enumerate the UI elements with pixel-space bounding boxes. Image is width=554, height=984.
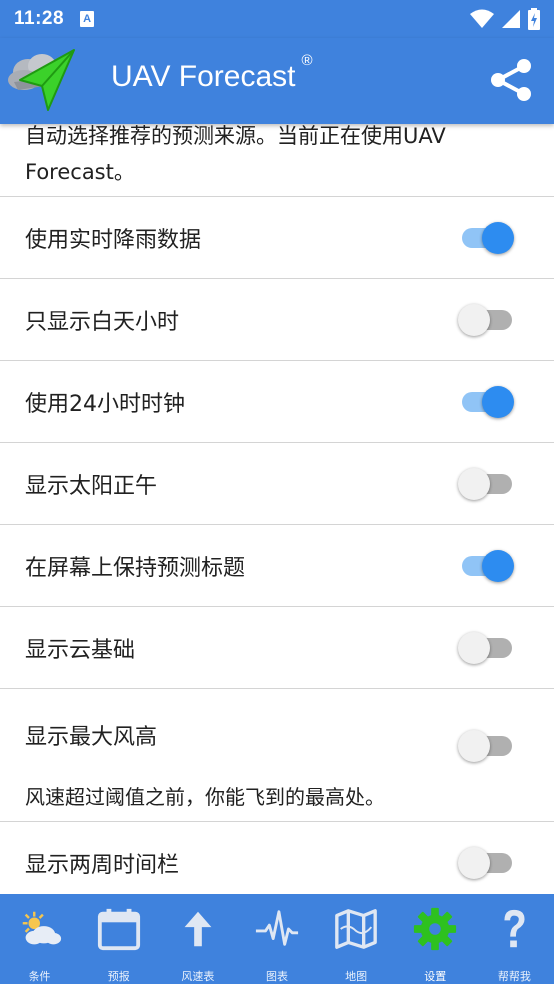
uav-forecast-logo-icon — [8, 49, 75, 111]
setting-24h-clock[interactable]: 使用24小时时钟 — [0, 361, 554, 442]
max-wind-height-toggle[interactable] — [458, 729, 514, 763]
settings-list: 自动选择推荐的预测来源。当前正在使用UAV Forecast。 使用实时降雨数据… — [0, 124, 554, 894]
nav-wind-meter[interactable]: 风速表 — [158, 894, 237, 984]
nav-charts[interactable]: 图表 — [237, 894, 316, 984]
setting-sticky-header[interactable]: 在屏幕上保持预测标题 — [0, 525, 554, 606]
two-week-bar-toggle[interactable] — [458, 846, 514, 880]
sticky-header-toggle[interactable] — [458, 549, 514, 583]
setting-label: 显示云基础 — [25, 637, 136, 663]
cloud-base-toggle[interactable] — [458, 631, 514, 665]
nav-settings[interactable]: 设置 — [396, 894, 475, 984]
setting-cloud-base[interactable]: 显示云基础 — [0, 607, 554, 688]
setting-label: 显示两周时间栏 — [25, 852, 180, 878]
24h-clock-toggle[interactable] — [458, 385, 514, 419]
status-icons — [470, 8, 540, 30]
app-title-text: UAV Forecast — [111, 60, 296, 93]
setting-two-week-bar[interactable]: 显示两周时间栏 — [0, 822, 554, 894]
nav-label: 帮帮我 — [497, 970, 531, 983]
setting-label: 在屏幕上保持预测标题 — [25, 555, 246, 581]
nav-label: 条件 — [28, 970, 51, 983]
map-icon — [335, 909, 377, 949]
setting-label: 使用实时降雨数据 — [25, 227, 202, 253]
signal-icon — [502, 10, 520, 28]
setting-solar-noon[interactable]: 显示太阳正午 — [0, 443, 554, 524]
setting-label: 使用24小时时钟 — [25, 391, 185, 417]
notification-a-icon: A — [80, 11, 95, 27]
status-time: 11:28 — [14, 8, 65, 29]
setting-label: 只显示白天小时 — [25, 309, 180, 335]
bottom-navigation: 条件 预报 风速表 图表 地图 设置 帮帮我 — [0, 894, 554, 984]
help-icon — [504, 909, 525, 948]
pulse-icon — [255, 910, 299, 946]
calendar-icon — [97, 908, 140, 951]
setting-daylight-only[interactable]: 只显示白天小时 — [0, 279, 554, 360]
nav-label: 地图 — [345, 970, 368, 983]
app-title: UAV Forecast ® — [111, 52, 313, 94]
wifi-icon — [470, 9, 494, 28]
nav-map[interactable]: 地图 — [317, 894, 396, 984]
nav-label: 风速表 — [181, 970, 215, 983]
setting-max-wind-height[interactable]: 显示最大风高 风速超过阈值之前，你能飞到的最高处。 — [0, 689, 554, 821]
setting-realtime-rain[interactable]: 使用实时降雨数据 — [0, 197, 554, 278]
setting-label: 显示太阳正午 — [25, 473, 158, 499]
nav-forecast[interactable]: 预报 — [79, 894, 158, 984]
solar-noon-toggle[interactable] — [458, 467, 514, 501]
realtime-rain-toggle[interactable] — [458, 221, 514, 255]
gear-icon — [414, 907, 457, 951]
setting-description: 风速超过阈值之前，你能飞到的最高处。 — [25, 785, 385, 809]
daylight-only-toggle[interactable] — [458, 303, 514, 337]
setting-label: 显示最大风高 — [25, 725, 158, 750]
nav-label: 图表 — [265, 970, 288, 983]
app-bar: UAV Forecast ® — [0, 38, 554, 124]
share-icon[interactable] — [490, 58, 532, 102]
nav-help[interactable]: 帮帮我 — [475, 894, 554, 984]
source-description: 自动选择推荐的预测来源。当前正在使用UAV Forecast。 — [25, 124, 446, 184]
weather-icon — [22, 911, 61, 945]
nav-conditions[interactable]: 条件 — [0, 894, 79, 984]
status-bar: 11:28 A — [0, 0, 554, 38]
nav-label: 设置 — [424, 970, 447, 983]
arrow-up-icon — [184, 911, 212, 947]
battery-icon — [528, 8, 540, 30]
registered-mark: ® — [301, 52, 313, 69]
nav-label: 预报 — [107, 970, 130, 983]
